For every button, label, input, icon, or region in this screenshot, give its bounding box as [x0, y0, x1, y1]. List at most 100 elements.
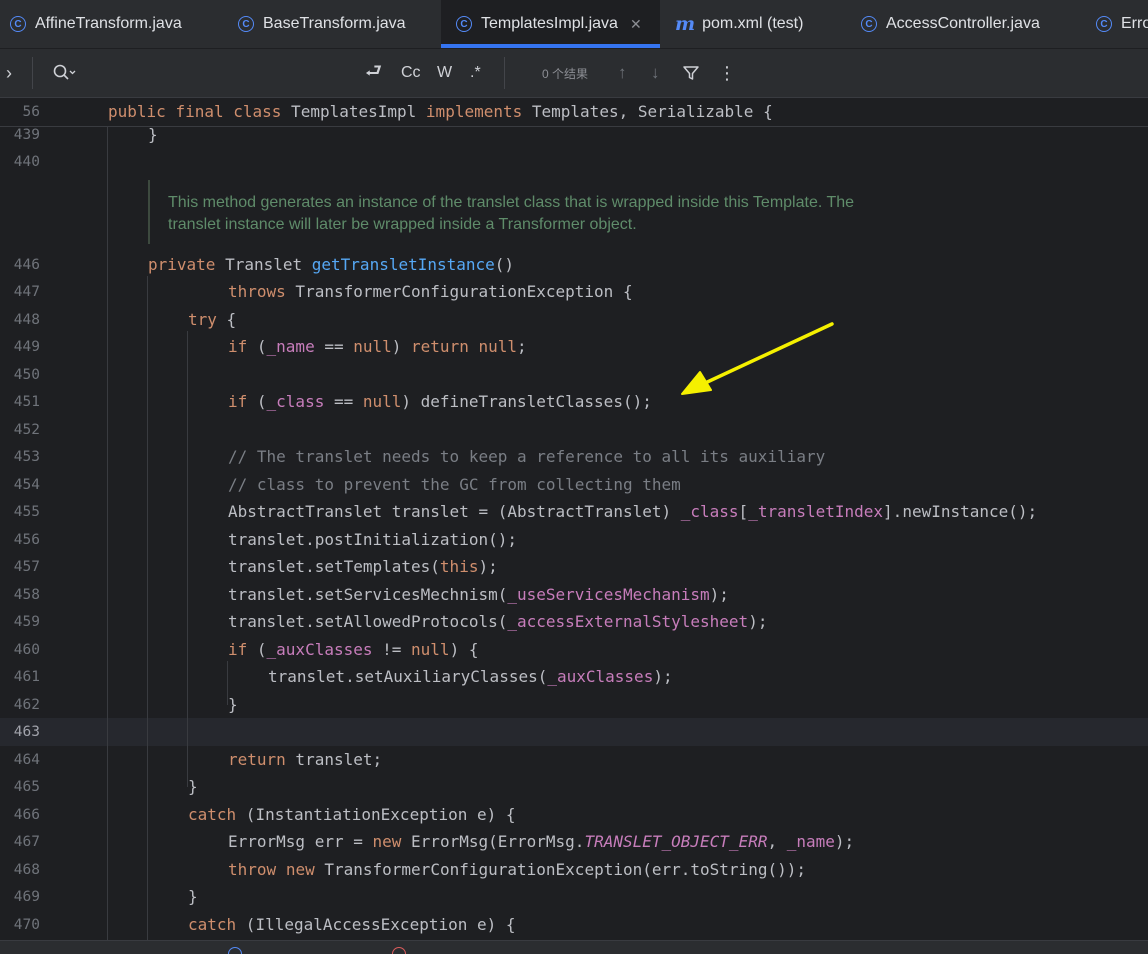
keyword: this — [439, 557, 479, 576]
code-text: ( — [247, 337, 267, 356]
tab-pom-xml[interactable]: m pom.xml (test) — [675, 0, 803, 48]
newline-toggle-icon[interactable]: ⮐ — [365, 49, 382, 97]
line-number: 56 — [22, 104, 40, 120]
tab-label: Erro — [1121, 15, 1148, 32]
sticky-scroll-header[interactable]: 56 public final class TemplatesImpl impl… — [0, 98, 1148, 127]
line-number: 455 — [13, 504, 40, 520]
tab-accesscontroller[interactable]: C AccessController.java — [861, 0, 1040, 48]
keyword: catch — [188, 915, 237, 934]
line-number: 453 — [13, 449, 40, 465]
tab-affinetransform[interactable]: C AffineTransform.java — [10, 0, 182, 48]
find-bar: › ⮐ Cc W .* 0 个结果 ↑ ↓ ⋮ — [0, 49, 1148, 98]
code-text: , — [767, 832, 787, 851]
expand-replace-icon[interactable]: › — [6, 49, 12, 97]
code-line: translet.setAllowedProtocols(_accessExte… — [228, 612, 767, 632]
indent-guide — [107, 126, 108, 940]
keyword: null — [411, 640, 450, 659]
tab-label: TemplatesImpl.java — [481, 15, 618, 32]
code-text: translet; — [285, 750, 383, 769]
current-line-highlight — [0, 718, 1148, 746]
tab-label: pom.xml (test) — [702, 15, 804, 32]
code-line: private Translet getTransletInstance() — [148, 255, 514, 275]
keyword: null — [362, 392, 402, 411]
tab-label: AffineTransform.java — [35, 15, 182, 32]
code-editor[interactable]: This method generates an instance of the… — [0, 98, 1148, 940]
code-text: ( — [247, 640, 267, 659]
line-number: 450 — [13, 367, 40, 383]
field-name: _name — [266, 337, 315, 356]
line-number: 452 — [13, 422, 40, 438]
line-number: 459 — [13, 614, 40, 630]
code-text: ) — [391, 337, 412, 356]
javadoc-text: This method generates an instance of the… — [168, 192, 854, 236]
code-line: catch (IllegalAccessException e) { — [188, 915, 516, 935]
code-line: throws TransformerConfigurationException… — [228, 282, 633, 302]
line-number: 440 — [13, 154, 40, 170]
filter-icon[interactable] — [682, 49, 700, 97]
method-name: getTransletInstance — [311, 255, 495, 274]
field-name: _name — [786, 832, 835, 851]
keyword: if — [228, 392, 248, 411]
line-number: 458 — [13, 587, 40, 603]
keyword: null — [478, 337, 517, 356]
keyword: new — [285, 860, 315, 879]
line-number: 467 — [13, 834, 40, 850]
code-line: ErrorMsg err = new ErrorMsg(ErrorMsg.TRA… — [228, 832, 854, 852]
code-line: translet.setAuxiliaryClasses(_auxClasses… — [268, 667, 673, 687]
keyword: class — [233, 102, 282, 121]
code-comment: // class to prevent the GC from collecti… — [228, 475, 681, 494]
keyword: catch — [188, 805, 237, 824]
line-number: 439 — [13, 127, 40, 143]
tab-basetransform[interactable]: C BaseTransform.java — [238, 0, 406, 48]
maven-icon: m — [675, 13, 696, 35]
code-line: } — [228, 695, 238, 714]
code-text: translet.setAuxiliaryClasses( — [268, 667, 548, 686]
tab-templatesimpl[interactable]: C TemplatesImpl.java ✕ — [441, 0, 660, 48]
javadoc-line: This method generates an instance of the… — [168, 194, 855, 211]
code-text: ErrorMsg err = — [228, 832, 373, 851]
code-text: AbstractTranslet translet = (AbstractTra… — [228, 502, 681, 521]
code-text: TransformerConfigurationException { — [285, 282, 633, 301]
regex-toggle[interactable]: .* — [470, 49, 481, 97]
code-text: ) defineTransletClasses(); — [401, 392, 652, 411]
line-number: 461 — [13, 669, 40, 685]
field-name: _auxClasses — [266, 640, 373, 659]
tab-error-truncated[interactable]: C Erro — [1096, 0, 1148, 48]
code-line: } — [188, 887, 198, 906]
whole-words-toggle[interactable]: W — [437, 49, 452, 97]
line-number: 466 — [13, 807, 40, 823]
code-text: [ — [738, 502, 749, 521]
code-text: ); — [709, 585, 729, 604]
code-text: TransformerConfigurationException(err.to… — [314, 860, 806, 879]
search-icon[interactable] — [52, 49, 76, 97]
code-line: catch (InstantiationException e) { — [188, 805, 516, 825]
keyword: return — [228, 750, 286, 769]
more-options-icon[interactable]: ⋮ — [718, 49, 736, 97]
field-name: _accessExternalStylesheet — [507, 612, 749, 631]
previous-occurrence-icon[interactable]: ↑ — [618, 49, 627, 97]
line-number: 460 — [13, 642, 40, 658]
match-case-toggle[interactable]: Cc — [401, 49, 421, 97]
code-text: translet.setServicesMechnism( — [228, 585, 508, 604]
line-number: 451 — [13, 394, 40, 410]
code-text: { — [216, 310, 237, 329]
close-icon[interactable]: ✕ — [630, 16, 642, 33]
keyword: new — [372, 832, 402, 851]
search-results-count: 0 个结果 — [542, 66, 589, 81]
tab-label: AccessController.java — [886, 15, 1040, 32]
line-number: 446 — [13, 257, 40, 273]
line-number: 462 — [13, 697, 40, 713]
tab-label: BaseTransform.java — [263, 15, 406, 32]
line-number: 449 — [13, 339, 40, 355]
code-text: () — [494, 255, 515, 274]
constant-name: TRANSLET_OBJECT_ERR — [584, 832, 768, 851]
next-occurrence-icon[interactable]: ↓ — [651, 49, 660, 97]
field-name: _auxClasses — [547, 667, 654, 686]
line-number: 468 — [13, 862, 40, 878]
keyword: null — [353, 337, 392, 356]
code-text: (InstantiationException e) { — [236, 805, 516, 824]
keyword: if — [228, 640, 248, 659]
field-name: _class — [266, 392, 325, 411]
code-line: AbstractTranslet translet = (AbstractTra… — [228, 502, 1037, 522]
